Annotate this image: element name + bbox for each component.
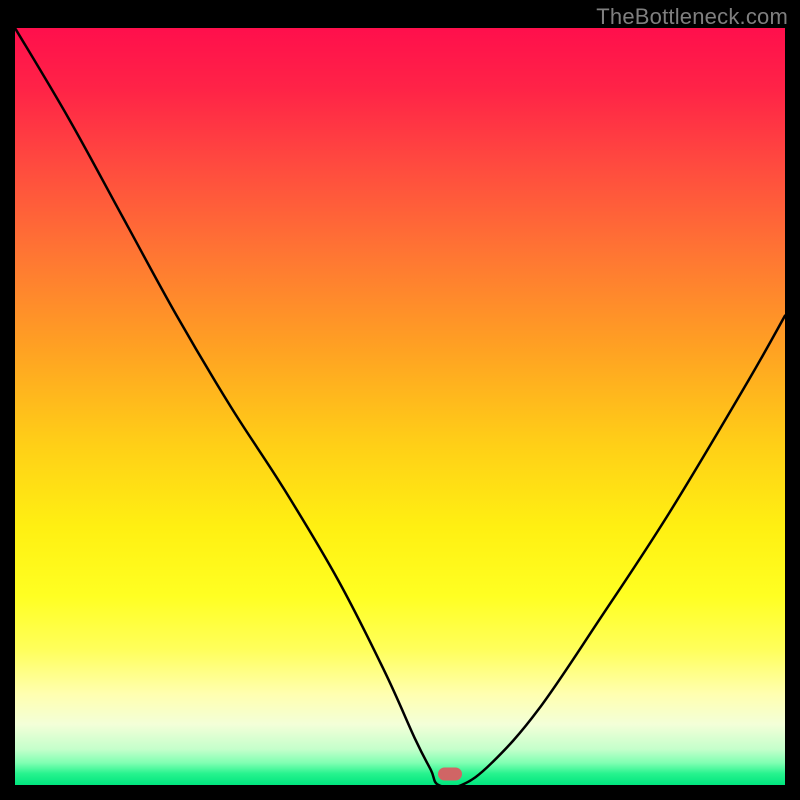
watermark-text: TheBottleneck.com [596,4,788,30]
optimal-marker [438,767,462,780]
bottleneck-curve [15,28,785,785]
plot-area [15,28,785,785]
chart-frame: TheBottleneck.com [0,0,800,800]
